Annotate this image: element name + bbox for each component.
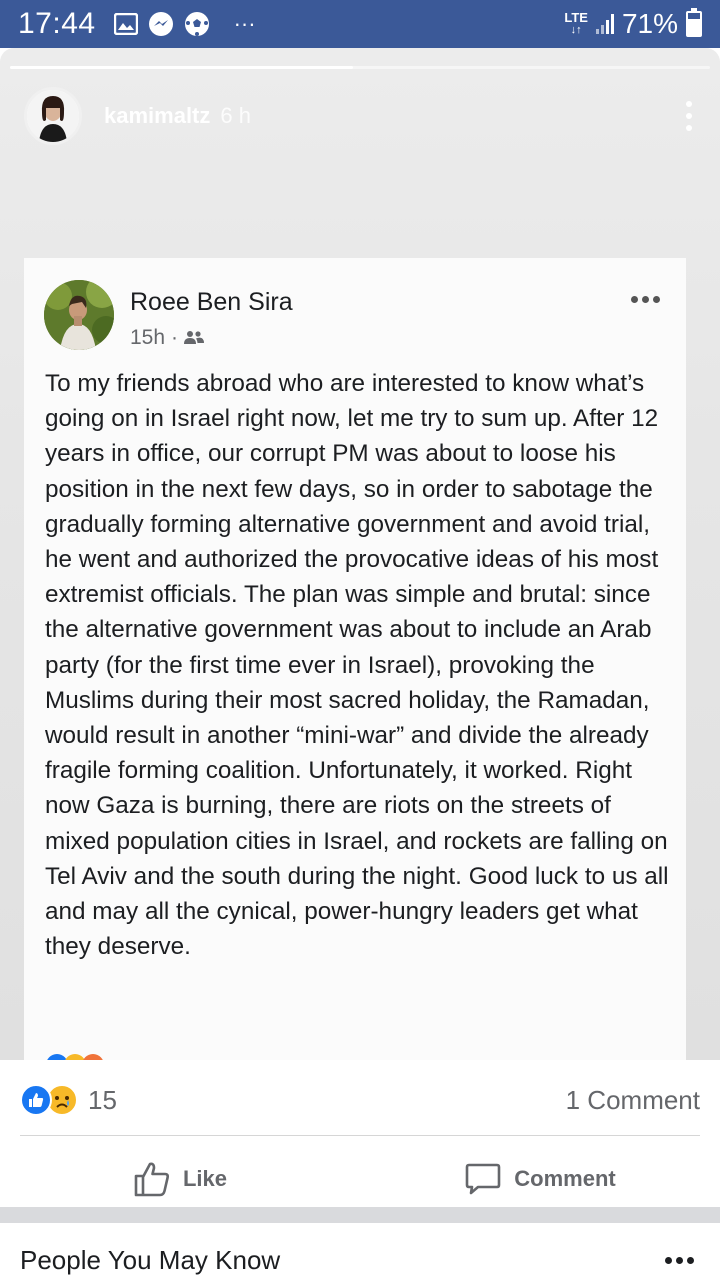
post-body-text: To my friends abroad who are interested … <box>45 370 669 961</box>
like-label: Like <box>182 1166 228 1191</box>
post-footer: 15 1 Comment Like Comment People You May… <box>0 1060 720 1280</box>
comment-label: Comment <box>514 1166 616 1191</box>
reaction-icons <box>20 1084 78 1116</box>
soccer-ball-icon <box>184 12 209 36</box>
comment-bubble-icon <box>465 1163 501 1195</box>
post-more-options-icon <box>631 296 660 303</box>
pymk-title: People You May Know <box>20 1244 281 1275</box>
more-notifications-indicator: ··· <box>233 11 256 36</box>
post-timestamp: 15h <box>130 326 166 349</box>
story-username[interactable]: kamimaltz <box>104 103 210 129</box>
battery-icon <box>686 8 702 37</box>
battery-percent: 71% <box>621 8 678 39</box>
clock: 17:44 <box>18 7 96 40</box>
story-progress-bar <box>10 66 710 69</box>
shared-post-card: Roee Ben Sira 15h · To my friends abroad… <box>24 258 686 1076</box>
section-separator <box>0 1207 720 1223</box>
story-progress-fill <box>10 66 353 69</box>
story-more-options-icon[interactable] <box>686 101 692 131</box>
story-timestamp: 6 h <box>220 103 251 128</box>
thumbs-up-icon <box>134 1162 170 1197</box>
comment-count-link[interactable]: 1 Comment <box>566 1085 700 1116</box>
messenger-icon <box>148 12 173 36</box>
status-bar: 17:44 ··· LTE ↓↑ 71% <box>0 0 720 48</box>
pymk-more-options-icon[interactable] <box>665 1256 694 1264</box>
post-meta: 15h · <box>130 326 205 350</box>
reaction-count: 15 <box>88 1084 117 1115</box>
network-type: LTE ↓↑ <box>564 10 588 36</box>
gallery-icon <box>113 13 138 35</box>
post-author-name: Roee Ben Sira <box>130 288 293 316</box>
signal-icon <box>595 14 614 34</box>
reactions-summary[interactable]: 15 1 Comment <box>20 1082 700 1118</box>
friends-icon <box>184 331 205 344</box>
story-author-avatar[interactable] <box>24 87 82 145</box>
notification-icons: ··· <box>113 11 256 37</box>
post-author-avatar <box>44 280 114 350</box>
like-reaction-icon <box>20 1084 52 1116</box>
meta-separator: · <box>171 326 179 349</box>
story-header: kamimaltz 6 h <box>24 86 700 146</box>
people-you-may-know-header: People You May Know <box>20 1238 694 1280</box>
